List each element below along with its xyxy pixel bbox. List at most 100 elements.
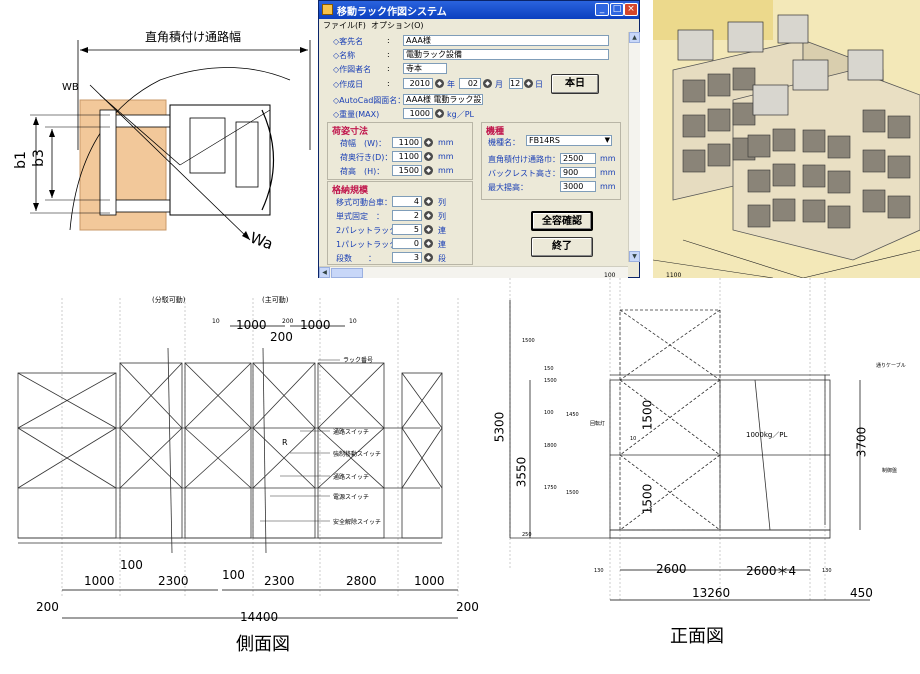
author-input[interactable]: 寺本: [403, 63, 447, 74]
front-view-caption: 正面図: [670, 626, 724, 647]
close-button[interactable]: ×: [624, 3, 638, 16]
load-height-label: 荷高 (H)：: [340, 167, 385, 176]
overall-dim-14400: 14400: [240, 610, 279, 624]
model-name-label: 機種名：: [488, 138, 520, 147]
exit-button[interactable]: 終了: [531, 237, 593, 257]
load-depth-label: 荷奥行き(D)：: [340, 153, 393, 162]
small-dim-10: 10: [630, 436, 637, 442]
storage-row-spin-icon[interactable]: ◆: [424, 211, 433, 220]
name-input[interactable]: 電動ラック設備: [403, 49, 609, 60]
bottom-dim-1000-left: 1000: [84, 574, 115, 588]
colon: :: [387, 50, 390, 59]
overall-dim-200-left: 200: [36, 600, 59, 614]
wb-label: WB: [62, 82, 79, 93]
bottom-dim-130-left: 130: [594, 568, 604, 574]
bottom-dim-2600x4: 2600＊4: [746, 564, 797, 578]
split-movable-label: (分駁可動): [152, 296, 186, 304]
model-select[interactable]: FB14RS ▼: [526, 135, 612, 146]
chevron-down-icon[interactable]: ▼: [605, 136, 610, 145]
year-input[interactable]: 2010: [403, 78, 433, 89]
scroll-down-icon[interactable]: ▼: [629, 251, 640, 262]
maximize-button[interactable]: □: [610, 3, 624, 16]
menu-file[interactable]: ファイル(F): [323, 20, 366, 31]
front-inner-dim-lower: 1500: [640, 483, 655, 515]
weight-unit: kg／PL: [447, 110, 474, 119]
load-depth-unit: mm: [438, 152, 454, 161]
colon: :: [387, 36, 390, 45]
front-left-dim: 150: [544, 366, 554, 372]
name-label: ◇名称: [333, 51, 356, 60]
aisle-width-label: 直角積付け通路幅: [145, 30, 242, 44]
storage-row-label: 段数 ：: [336, 254, 376, 263]
title-bar[interactable]: 移動ラック作図システム _ □ ×: [319, 1, 639, 19]
customer-label: ◇客先名: [333, 37, 364, 46]
scroll-up-icon[interactable]: ▲: [629, 32, 640, 43]
confirm-all-button[interactable]: 全容確認: [531, 211, 593, 231]
weight-spin-icon[interactable]: ◆: [435, 109, 444, 118]
control-panel-label: 制御盤: [882, 468, 898, 474]
storage-row-unit: 連: [438, 240, 446, 249]
backrest-height-input[interactable]: 900: [560, 167, 596, 178]
cable-label: 通りケーブル: [876, 363, 906, 369]
storage-row-input[interactable]: 2: [392, 210, 422, 221]
storage-row-input[interactable]: 0: [392, 238, 422, 249]
dim-10-left: 10: [212, 318, 220, 325]
minimize-button[interactable]: _: [595, 3, 609, 16]
day-spin-icon[interactable]: ◆: [524, 79, 533, 88]
side-view-svg: [17, 298, 459, 619]
callout-aisle-switch-2: 通路スイッチ: [333, 474, 370, 481]
load-height-input[interactable]: 1500: [392, 165, 422, 176]
callout-rack-number: ラック番号: [343, 357, 374, 364]
storage-row-label: 単式固定 ：: [336, 212, 384, 221]
colon: :: [387, 79, 390, 88]
front-left-dim: 1500: [522, 338, 535, 344]
storage-row-input[interactable]: 4: [392, 196, 422, 207]
backrest-height-unit: mm: [600, 168, 616, 177]
storage-section-title: 格納規模: [332, 186, 369, 196]
storage-row-spin-icon[interactable]: ◆: [424, 197, 433, 206]
storage-row-unit: 連: [438, 226, 446, 235]
storage-row-input[interactable]: 3: [392, 252, 422, 263]
load-depth-input[interactable]: 1100: [392, 151, 422, 162]
day-input[interactable]: 12: [509, 78, 523, 89]
year-spin-icon[interactable]: ◆: [435, 79, 444, 88]
month-spin-icon[interactable]: ◆: [483, 79, 492, 88]
aisle-width-input[interactable]: 2500: [560, 153, 596, 164]
callout-forced-move-switch: 強制移動スイッチ: [333, 451, 382, 458]
load-width-input[interactable]: 1100: [392, 137, 422, 148]
scroll-left-icon[interactable]: ◀: [319, 267, 330, 278]
storage-row-input[interactable]: 5: [392, 224, 422, 235]
load-depth-spin-icon[interactable]: ◆: [424, 152, 433, 161]
bottom-dim-2300-right: 2300: [264, 574, 295, 588]
dim-200-small: 200: [282, 318, 294, 325]
today-button[interactable]: 本日: [551, 74, 599, 94]
dim-1000-left: 1000: [236, 318, 267, 332]
autocad-input[interactable]: AAA様 電動ラック設: [403, 94, 483, 105]
storage-row-spin-icon[interactable]: ◆: [424, 225, 433, 234]
month-input[interactable]: 02: [459, 78, 481, 89]
max-lift-input[interactable]: 3000: [560, 181, 596, 192]
dim-1000-right: 1000: [300, 318, 331, 332]
day-unit: 日: [535, 80, 543, 89]
load-height-spin-icon[interactable]: ◆: [424, 166, 433, 175]
storage-row-spin-icon[interactable]: ◆: [424, 239, 433, 248]
front-dim-3550: 3550: [514, 456, 529, 488]
storage-row-spin-icon[interactable]: ◆: [424, 253, 433, 262]
front-dim-3700: 3700: [854, 426, 869, 458]
r-mark: R: [282, 438, 288, 447]
max-lift-label: 最大揚高：: [488, 183, 528, 192]
app-icon: [322, 4, 333, 15]
b1-label: b1: [12, 151, 29, 169]
weight-input[interactable]: 1000: [403, 108, 433, 119]
front-inner-dim-upper: 1500: [640, 399, 655, 431]
bottom-dim-2800: 2800: [346, 574, 377, 588]
scroll-thumb[interactable]: [331, 268, 363, 278]
bottom-dim-2300-left: 2300: [158, 574, 189, 588]
front-left-dim: 1500: [566, 490, 579, 496]
backrest-height-label: バックレスト高さ：: [488, 169, 560, 178]
vertical-scrollbar[interactable]: ▲ ▼: [628, 32, 640, 262]
menu-options[interactable]: オプション(O): [371, 20, 424, 31]
customer-input[interactable]: AAA様: [403, 35, 609, 46]
load-width-spin-icon[interactable]: ◆: [424, 138, 433, 147]
bottom-dim-450: 450: [850, 586, 873, 600]
